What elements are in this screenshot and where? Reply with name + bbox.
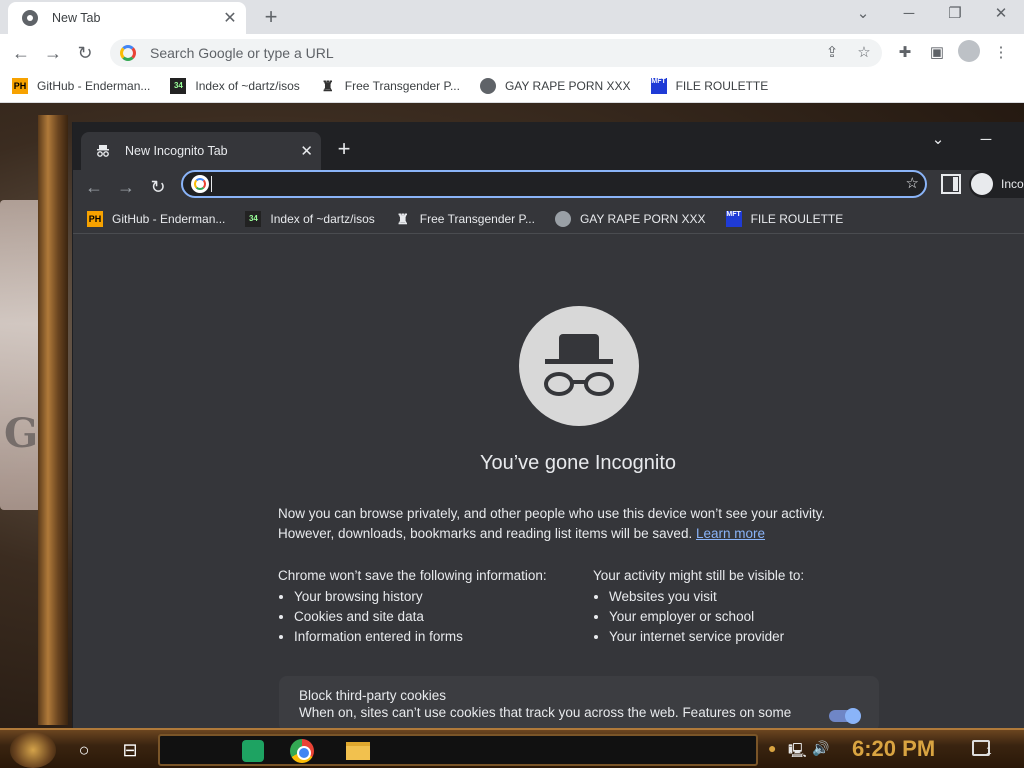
forward-button[interactable]: → <box>40 40 66 66</box>
search-circle-icon[interactable]: ○ <box>72 738 96 762</box>
text-caret <box>211 176 212 192</box>
incognito-bookmarks-bar: PH GitHub - Enderman... 34 Index of ~dartz… <box>73 204 1024 234</box>
start-button[interactable] <box>10 732 56 768</box>
bookmark-gay[interactable]: GAY RAPE PORN XXX <box>554 210 706 227</box>
bookmark-github[interactable]: PH GitHub - Enderman... <box>87 210 225 227</box>
bookmark-isos[interactable]: 34 Index of ~dartz/isos <box>245 210 375 227</box>
incognito-avatar-icon <box>971 173 993 195</box>
incognito-tabstrip: New Incognito Tab ✕ + ⌄ ─ <box>73 122 1024 170</box>
mft-icon: MFT <box>650 78 667 94</box>
incognito-tab-title: New Incognito Tab <box>125 144 228 158</box>
mft-icon: MFT <box>725 210 742 227</box>
list-item: Your employer or school <box>609 607 804 627</box>
file-explorer-icon[interactable] <box>346 742 370 760</box>
network-icon[interactable]: 🖳 <box>788 740 807 764</box>
list-item: Websites you visit <box>609 587 804 607</box>
list-item: Your browsing history <box>294 587 547 607</box>
close-tab-icon[interactable]: ✕ <box>300 142 313 160</box>
forward-button[interactable]: → <box>113 174 139 200</box>
share-icon[interactable]: ⇪ <box>822 43 842 63</box>
window1-tabstrip: New Tab ✕ + ⌄ ─ ❐ ✕ <box>0 0 1024 34</box>
minimize-button[interactable]: ─ <box>963 126 1009 154</box>
tab-search-button[interactable]: ⌄ <box>915 126 961 154</box>
globe-icon <box>479 78 496 94</box>
list-item: Cookies and site data <box>294 607 547 627</box>
incognito-intro: Now you can browse privately, and other … <box>278 506 826 541</box>
bookmark-roulette[interactable]: MFT FILE ROULETTE <box>650 78 768 94</box>
incognito-window: New Incognito Tab ✕ + ⌄ ─ ← → ↻ ☆ Incog … <box>72 122 1024 732</box>
side-panel-icon[interactable]: ▣ <box>926 42 948 64</box>
close-window-button[interactable]: ✕ <box>978 0 1024 30</box>
new-tab-button[interactable]: + <box>258 4 284 30</box>
bookmark-star-icon[interactable]: ☆ <box>854 43 874 63</box>
google-icon <box>191 175 209 193</box>
ph-icon: PH <box>12 78 28 94</box>
bookmark-gay[interactable]: GAY RAPE PORN XXX <box>479 78 631 94</box>
tab-new-incognito[interactable]: New Incognito Tab ✕ <box>81 132 321 170</box>
reload-button[interactable]: ↻ <box>72 40 98 66</box>
reload-button[interactable]: ↻ <box>145 174 171 200</box>
list-item: Information entered in forms <box>294 627 547 647</box>
incognito-profile-chip[interactable]: Incog <box>969 170 1024 198</box>
character-icon: ♜ <box>396 210 410 227</box>
bookmark-isos[interactable]: 34 Index of ~dartz/isos <box>170 78 300 94</box>
restore-button[interactable]: ❐ <box>932 0 978 30</box>
back-button[interactable]: ← <box>81 174 107 200</box>
volume-icon[interactable]: 🔊 <box>812 740 829 757</box>
profile-avatar[interactable] <box>958 40 980 62</box>
close-tab-icon[interactable]: ✕ <box>222 8 238 28</box>
notification-count: 1 <box>986 746 992 757</box>
minimize-button[interactable]: ─ <box>886 0 932 30</box>
incognito-heading: You’ve gone Incognito <box>479 452 677 474</box>
globe-icon <box>554 210 571 227</box>
bookmark-star-icon[interactable]: ☆ <box>906 174 919 192</box>
incognito-omnibox[interactable]: ☆ <box>181 170 927 198</box>
isos-icon: 34 <box>245 210 262 227</box>
omnibox[interactable]: Search Google or type a URL ⇪ ☆ <box>110 39 882 67</box>
wallpaper-frame <box>38 115 68 725</box>
incognito-hero-icon <box>519 306 639 426</box>
menu-icon[interactable]: ⋮ <box>990 42 1012 64</box>
bookmark-trans[interactable]: ♜ Free Transgender P... <box>320 78 460 94</box>
omnibox-placeholder: Search Google or type a URL <box>150 45 334 61</box>
extensions-icon[interactable]: ✚ <box>894 42 916 64</box>
tab-title: New Tab <box>52 11 101 25</box>
cookies-title: Block third-party cookies <box>299 688 447 703</box>
sheets-app-icon[interactable] <box>242 740 264 762</box>
window1-bookmarks-bar: PH GitHub - Enderman... 34 Index of ~dartz… <box>0 70 1024 103</box>
window1-toolbar: ← → ↻ Search Google or type a URL ⇪ ☆ ✚ … <box>0 34 1024 70</box>
tray-overflow-icon[interactable]: ● <box>768 740 776 756</box>
tab-search-button[interactable]: ⌄ <box>840 0 886 30</box>
taskbar-clock[interactable]: 6:20 PM <box>852 736 935 762</box>
tab-new-tab[interactable]: New Tab ✕ <box>8 2 246 34</box>
taskbar: ○ ⊟ ● 🖳 🔊 6:20 PM 1 <box>0 728 1024 768</box>
third-party-cookies-card: Block third-party cookies When on, sites… <box>279 676 879 732</box>
bookmark-roulette[interactable]: MFT FILE ROULETTE <box>725 210 843 227</box>
back-button[interactable]: ← <box>8 40 34 66</box>
incognito-tab-icon <box>95 143 111 159</box>
still-visible-list: Your activity might still be visible to:… <box>593 568 804 647</box>
block-cookies-toggle[interactable] <box>829 708 861 724</box>
taskbar-apps <box>158 734 758 766</box>
isos-icon: 34 <box>170 78 187 94</box>
incognito-toolbar: ← → ↻ ☆ Incog <box>73 170 1024 204</box>
chrome-app-icon[interactable] <box>290 739 314 763</box>
character-icon: ♜ <box>321 78 335 94</box>
google-icon <box>120 45 136 61</box>
new-tab-button[interactable]: + <box>331 136 357 162</box>
side-panel-icon[interactable] <box>941 174 961 194</box>
ph-icon: PH <box>87 210 103 227</box>
list-item: Your internet service provider <box>609 627 804 647</box>
chrome-favicon-icon <box>22 10 38 26</box>
bookmark-github[interactable]: PH GitHub - Enderman... <box>12 78 150 94</box>
bookmark-trans[interactable]: ♜ Free Transgender P... <box>395 211 535 227</box>
wont-save-list: Chrome won’t save the following informat… <box>278 568 547 647</box>
task-view-icon[interactable]: ⊟ <box>118 738 142 762</box>
cookies-description: When on, sites can’t use cookies that tr… <box>299 705 792 720</box>
learn-more-link[interactable]: Learn more <box>696 526 765 541</box>
